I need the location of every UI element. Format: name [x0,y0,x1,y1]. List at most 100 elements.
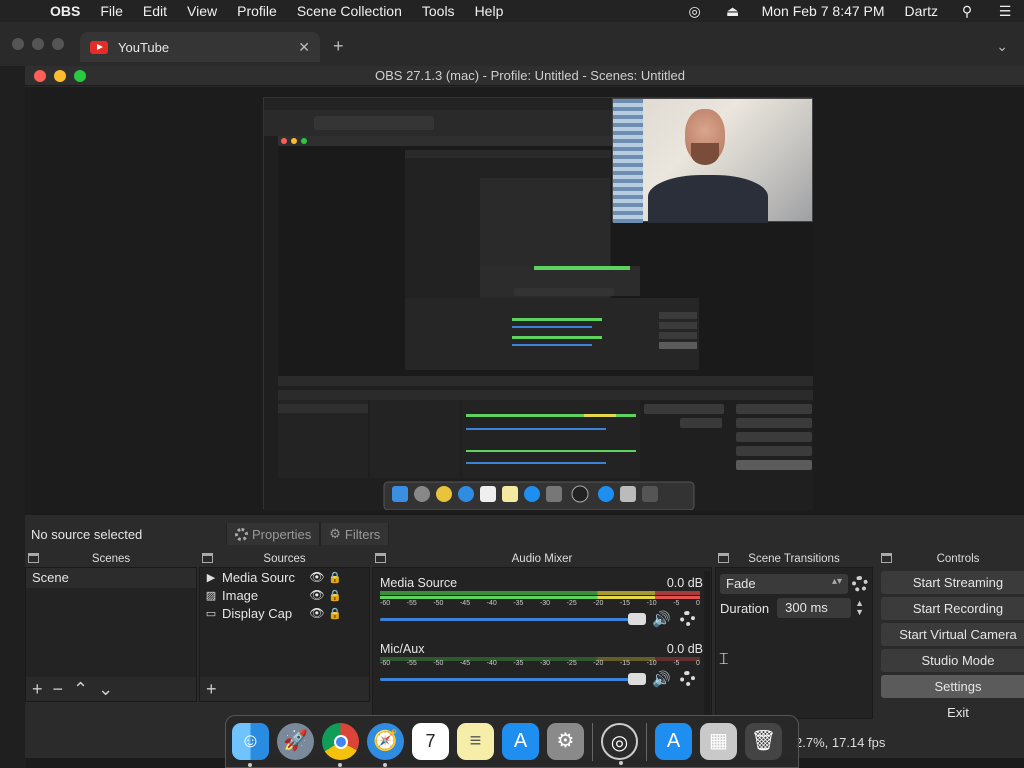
scene-transitions-panel: Fade ▴▾ Duration 300 ms ▲ ▼ [715,567,873,719]
scenes-dock-header[interactable]: Scenes [25,550,197,567]
launchpad-icon[interactable]: 🚀 [277,723,314,760]
calendar-icon[interactable]: 7 [412,723,449,760]
volume-meter [380,591,700,595]
visibility-eye-icon[interactable]: 👁 [308,570,326,584]
obs-status-icon[interactable]: ◎ [676,3,714,20]
spotlight-search-icon[interactable]: ⚲ [948,3,986,20]
start-virtual-camera-button[interactable]: Start Virtual Camera [881,623,1024,646]
volume-slider[interactable] [380,678,642,681]
source-item[interactable]: ▶ Media Sourc 👁 🔒 [200,568,369,586]
sources-dock-header[interactable]: Sources [199,550,370,567]
channel-db: 0.0 dB [666,576,703,590]
filter-icon: ⚙ [329,526,341,541]
menu-scene-collection[interactable]: Scene Collection [287,3,412,19]
mixer-channel: Mic/Aux 0.0 dB -60 -55 -50 -45 -40 -35 -30 -2… [377,638,707,704]
chevron-down-icon[interactable]: ⌄ [996,38,1008,55]
gear-icon[interactable] [680,671,695,686]
notes-icon[interactable]: ≡ [457,723,494,760]
program-preview[interactable] [263,97,813,510]
studio-mode-button[interactable]: Studio Mode [881,649,1024,672]
scene-transitions-dock-header[interactable]: Scene Transitions [715,550,873,567]
start-recording-button[interactable]: Start Recording [881,597,1024,620]
duration-stepper[interactable]: ▲ ▼ [855,599,864,617]
lock-icon[interactable]: 🔒 [326,607,344,620]
menu-profile[interactable]: Profile [227,3,287,19]
browser-close-dot[interactable] [12,38,24,50]
properties-button[interactable]: Properties [226,523,321,545]
audio-mixer-dock-header[interactable]: Audio Mixer [372,550,712,567]
close-tab-icon[interactable]: ✕ [298,39,310,56]
no-source-label: No source selected [31,526,143,542]
browser-zoom-dot[interactable] [52,38,64,50]
menu-edit[interactable]: Edit [133,3,177,19]
undock-icon[interactable] [881,553,892,563]
menu-file[interactable]: File [90,3,133,19]
lock-icon[interactable]: 🔒 [326,571,344,584]
control-center-icon[interactable]: ☰ [986,3,1024,20]
trash-icon[interactable]: 🗑 [745,723,782,760]
meter-ticks: -60 -55 -50 -45 -40 -35 -30 -25 -20 -15 -10 -5 0 [380,660,700,667]
obs-window-title: OBS 27.1.3 (mac) - Profile: Untitled - S… [375,68,685,83]
browser-minimize-dot[interactable] [32,38,44,50]
exit-button[interactable]: Exit [881,701,1024,724]
channel-name: Media Source [380,576,458,590]
safari-icon[interactable]: 🧭 [367,723,404,767]
speaker-icon[interactable]: 🔊 [652,670,671,688]
add-scene-button[interactable]: + [32,679,43,700]
undock-icon[interactable] [718,553,729,563]
move-down-icon[interactable]: ⌄ [98,679,113,700]
browser-tab-youtube[interactable]: YouTube ✕ [80,32,320,62]
controls-panel: Start Streaming Start Recording Start Vi… [878,567,1024,724]
controls-dock-header[interactable]: Controls [878,550,1024,567]
menu-clock[interactable]: Mon Feb 7 8:47 PM [752,3,895,19]
undock-icon[interactable] [202,553,213,563]
obs-icon[interactable]: ◎ [601,723,638,765]
display-icon: ▭ [205,607,217,620]
transition-select[interactable]: Fade ▴▾ [720,574,848,594]
chrome-icon[interactable] [322,723,359,767]
remove-scene-button[interactable]: − [53,679,64,700]
volume-slider-handle[interactable] [628,613,646,625]
duration-input[interactable]: 300 ms [777,598,852,618]
scene-item[interactable]: Scene [26,568,196,588]
source-item[interactable]: ▨ Image 👁 🔒 [200,586,369,604]
menu-app-name[interactable]: OBS [40,3,90,19]
gear-icon[interactable] [680,611,695,626]
source-name: Image [222,587,259,603]
menu-user[interactable]: Dartz [895,3,948,19]
start-streaming-button[interactable]: Start Streaming [881,571,1024,594]
channel-db: 0.0 dB [666,642,703,656]
volume-slider[interactable] [380,618,642,621]
eject-icon[interactable]: ⏏ [714,3,752,20]
preview-area[interactable] [25,87,1024,515]
duration-row: Duration 300 ms ▲ ▼ [720,598,868,618]
mixer-scrollbar[interactable] [704,571,710,715]
webcam-feed [612,98,813,223]
media-icon: ▶ [206,571,216,584]
undock-icon[interactable] [375,553,386,563]
speaker-icon[interactable]: 🔊 [652,610,671,628]
lock-icon[interactable]: 🔒 [326,589,344,602]
channel-name: Mic/Aux [380,642,425,656]
downloads-stack-icon[interactable]: ▦ [700,723,737,760]
settings-button[interactable]: Settings [881,675,1024,698]
menu-help[interactable]: Help [465,3,514,19]
visibility-eye-icon[interactable]: 👁 [308,606,326,620]
visibility-eye-icon[interactable]: 👁 [308,588,326,602]
gear-icon[interactable] [852,576,868,592]
undock-icon[interactable] [28,553,39,563]
source-name: Display Cap [222,605,293,621]
add-source-button[interactable]: + [206,679,217,700]
move-up-icon[interactable]: ⌃ [73,679,88,700]
volume-slider-handle[interactable] [628,673,646,685]
menu-tools[interactable]: Tools [412,3,465,19]
app-store-icon[interactable]: A [502,723,539,760]
menu-view[interactable]: View [177,3,227,19]
mac-menu-bar: OBS File Edit View Profile Scene Collect… [0,0,1024,22]
system-preferences-icon[interactable]: ⚙ [547,723,584,760]
filters-button[interactable]: ⚙ Filters [320,523,390,545]
app-store-download-icon[interactable]: A [655,723,692,760]
new-tab-icon[interactable]: + [333,36,344,57]
source-item[interactable]: ▭ Display Cap 👁 🔒 [200,604,369,622]
finder-icon[interactable]: ☺ [232,723,269,767]
